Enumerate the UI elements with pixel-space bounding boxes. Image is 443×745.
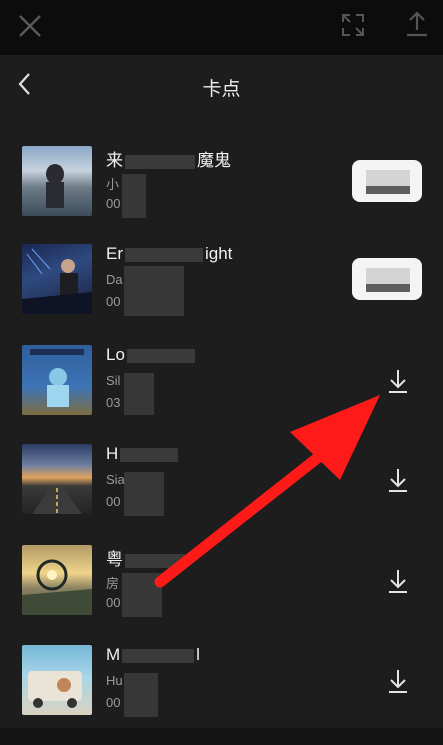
song-duration: 03 [106, 395, 121, 410]
redaction-block [122, 573, 162, 617]
list-item[interactable]: Ml Hu 00 [0, 645, 443, 745]
album-cover [22, 545, 92, 615]
song-title: Ml [106, 645, 200, 664]
song-title: 来魔鬼 [106, 151, 231, 170]
list-item[interactable]: 粤 房 00 [0, 545, 443, 645]
download-icon[interactable] [386, 466, 410, 494]
fullscreen-icon[interactable] [340, 12, 366, 38]
redaction-block [124, 472, 164, 516]
preview-thumbnail[interactable] [352, 160, 422, 202]
list-item[interactable]: Er ight Da 00 [0, 244, 443, 344]
song-duration: 00 [106, 494, 121, 509]
list-item[interactable]: Lo Sil 03 [0, 345, 443, 445]
song-title: 粤 [106, 545, 187, 570]
song-title: H [106, 444, 180, 464]
list-item[interactable]: 来魔鬼 小 00 [0, 146, 443, 246]
album-cover [22, 645, 92, 715]
download-icon[interactable] [386, 367, 410, 395]
download-icon[interactable] [386, 567, 410, 595]
page-title: 卡点 [202, 79, 241, 100]
list-item[interactable]: H Sia 00 [0, 444, 443, 544]
song-artist: Hu [106, 673, 123, 688]
song-title: Lo [106, 345, 197, 365]
download-icon[interactable] [386, 667, 410, 695]
song-artist: Sia [106, 472, 125, 487]
song-duration: 00 [106, 695, 121, 710]
export-icon[interactable] [404, 10, 430, 38]
preview-thumbnail[interactable] [352, 258, 422, 300]
album-cover [22, 345, 92, 415]
song-duration: 00 [106, 294, 121, 309]
song-title: Er ight [106, 244, 233, 263]
song-duration: 00 [106, 595, 121, 610]
song-artist: 小 [106, 177, 120, 192]
redaction-block [122, 174, 146, 218]
album-cover [22, 444, 92, 514]
close-icon[interactable] [16, 12, 44, 40]
song-artist: 房 [106, 576, 120, 591]
album-cover [22, 244, 92, 314]
song-artist: Da [106, 272, 123, 287]
song-artist: Sil [106, 373, 121, 388]
redaction-block [124, 373, 154, 415]
redaction-block [124, 266, 184, 316]
song-duration: 00 [106, 196, 121, 211]
album-cover [22, 146, 92, 216]
redaction-block [124, 673, 158, 717]
top-bar [0, 0, 443, 55]
